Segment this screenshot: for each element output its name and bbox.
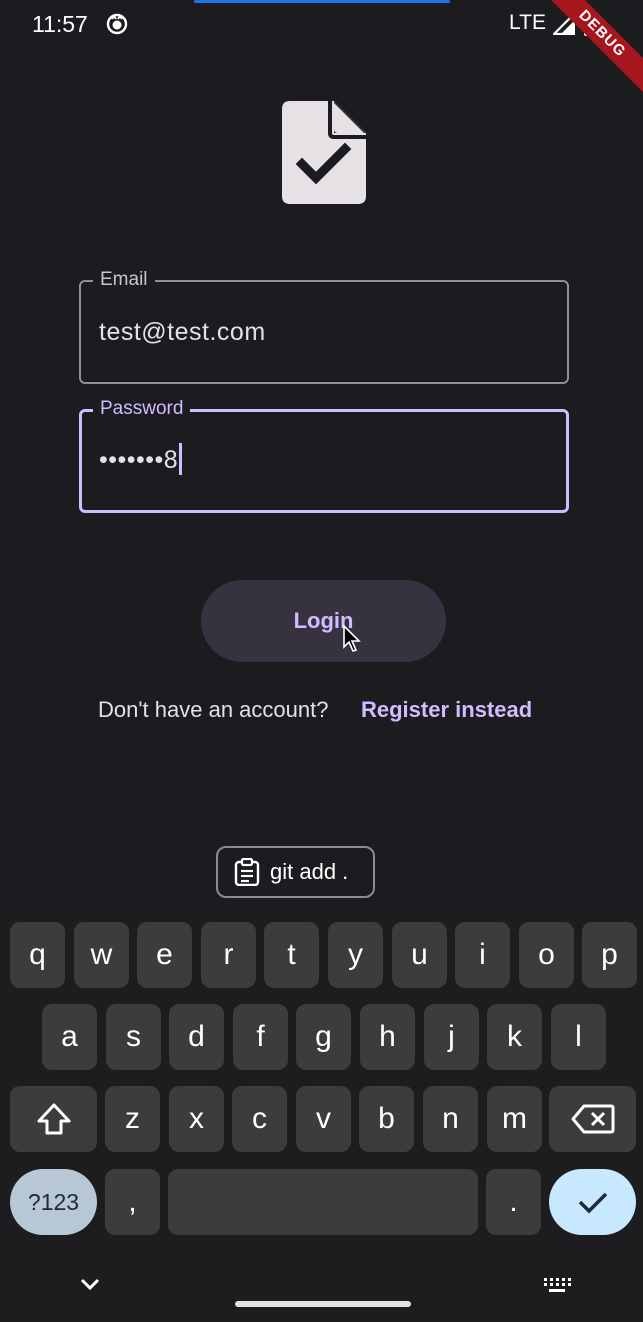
check-icon [578, 1192, 607, 1214]
network-type: LTE [509, 11, 546, 34]
key-t[interactable]: t [264, 922, 319, 988]
email-field[interactable]: Email test@test.com [79, 267, 569, 384]
key-u[interactable]: u [392, 922, 447, 988]
key-p[interactable]: p [582, 922, 637, 988]
key-m[interactable]: m [487, 1086, 542, 1152]
key-h[interactable]: h [360, 1004, 415, 1070]
backspace-icon [571, 1104, 614, 1134]
shift-key[interactable] [10, 1086, 97, 1152]
status-time: 11:57 [32, 11, 88, 37]
key-j[interactable]: j [424, 1004, 479, 1070]
key-n[interactable]: n [423, 1086, 478, 1152]
space-key[interactable] [168, 1169, 478, 1235]
symbols-key[interactable]: ?123 [10, 1169, 97, 1235]
debug-banner: DEBUG [543, 0, 643, 100]
period-key[interactable]: . [486, 1169, 541, 1235]
key-a[interactable]: a [42, 1004, 97, 1070]
shift-icon [37, 1103, 70, 1135]
email-value: test@test.com [99, 318, 266, 346]
password-value: •••••••8 [99, 443, 183, 476]
keyboard-switch-icon[interactable] [543, 1277, 571, 1293]
key-g[interactable]: g [296, 1004, 351, 1070]
password-text: •••••••8 [99, 446, 179, 474]
status-bar: 11:57 LTE DEBUG [0, 0, 643, 96]
key-f[interactable]: f [233, 1004, 288, 1070]
soft-keyboard: qwertyuiop asdfghjkl zxcvbnm ?123 , . [0, 910, 643, 1322]
suggestion-text: git add . [270, 859, 349, 884]
mouse-pointer-icon [343, 625, 361, 652]
key-c[interactable]: c [232, 1086, 287, 1152]
home-indicator [235, 1301, 411, 1307]
text-caret [179, 443, 183, 476]
key-v[interactable]: v [296, 1086, 351, 1152]
key-w[interactable]: w [74, 922, 129, 988]
key-r[interactable]: r [201, 922, 256, 988]
key-i[interactable]: i [455, 922, 510, 988]
key-y[interactable]: y [328, 922, 383, 988]
key-q[interactable]: q [10, 922, 65, 988]
key-x[interactable]: x [169, 1086, 224, 1152]
email-label: Email [93, 267, 155, 293]
key-z[interactable]: z [105, 1086, 160, 1152]
app-notification-icon [106, 13, 128, 35]
key-l[interactable]: l [551, 1004, 606, 1070]
backspace-key[interactable] [549, 1086, 636, 1152]
register-prompt: Don't have an account? [98, 697, 329, 722]
key-d[interactable]: d [169, 1004, 224, 1070]
comma-key[interactable]: , [105, 1169, 160, 1235]
login-button[interactable]: Login [201, 580, 446, 662]
debug-ribbon: DEBUG [543, 0, 643, 96]
key-b[interactable]: b [359, 1086, 414, 1152]
key-s[interactable]: s [106, 1004, 161, 1070]
password-label: Password [93, 396, 191, 422]
key-e[interactable]: e [137, 922, 192, 988]
register-link[interactable]: Register instead [361, 697, 532, 723]
hide-keyboard-icon[interactable] [79, 1276, 101, 1292]
key-k[interactable]: k [487, 1004, 542, 1070]
document-check-icon [282, 101, 366, 204]
loading-indicator [194, 0, 450, 3]
password-field[interactable]: Password •••••••8 [79, 396, 569, 513]
enter-key[interactable] [549, 1169, 636, 1235]
clipboard-suggestion[interactable]: git add . [216, 846, 375, 898]
clipboard-icon [234, 858, 260, 886]
key-o[interactable]: o [519, 922, 574, 988]
